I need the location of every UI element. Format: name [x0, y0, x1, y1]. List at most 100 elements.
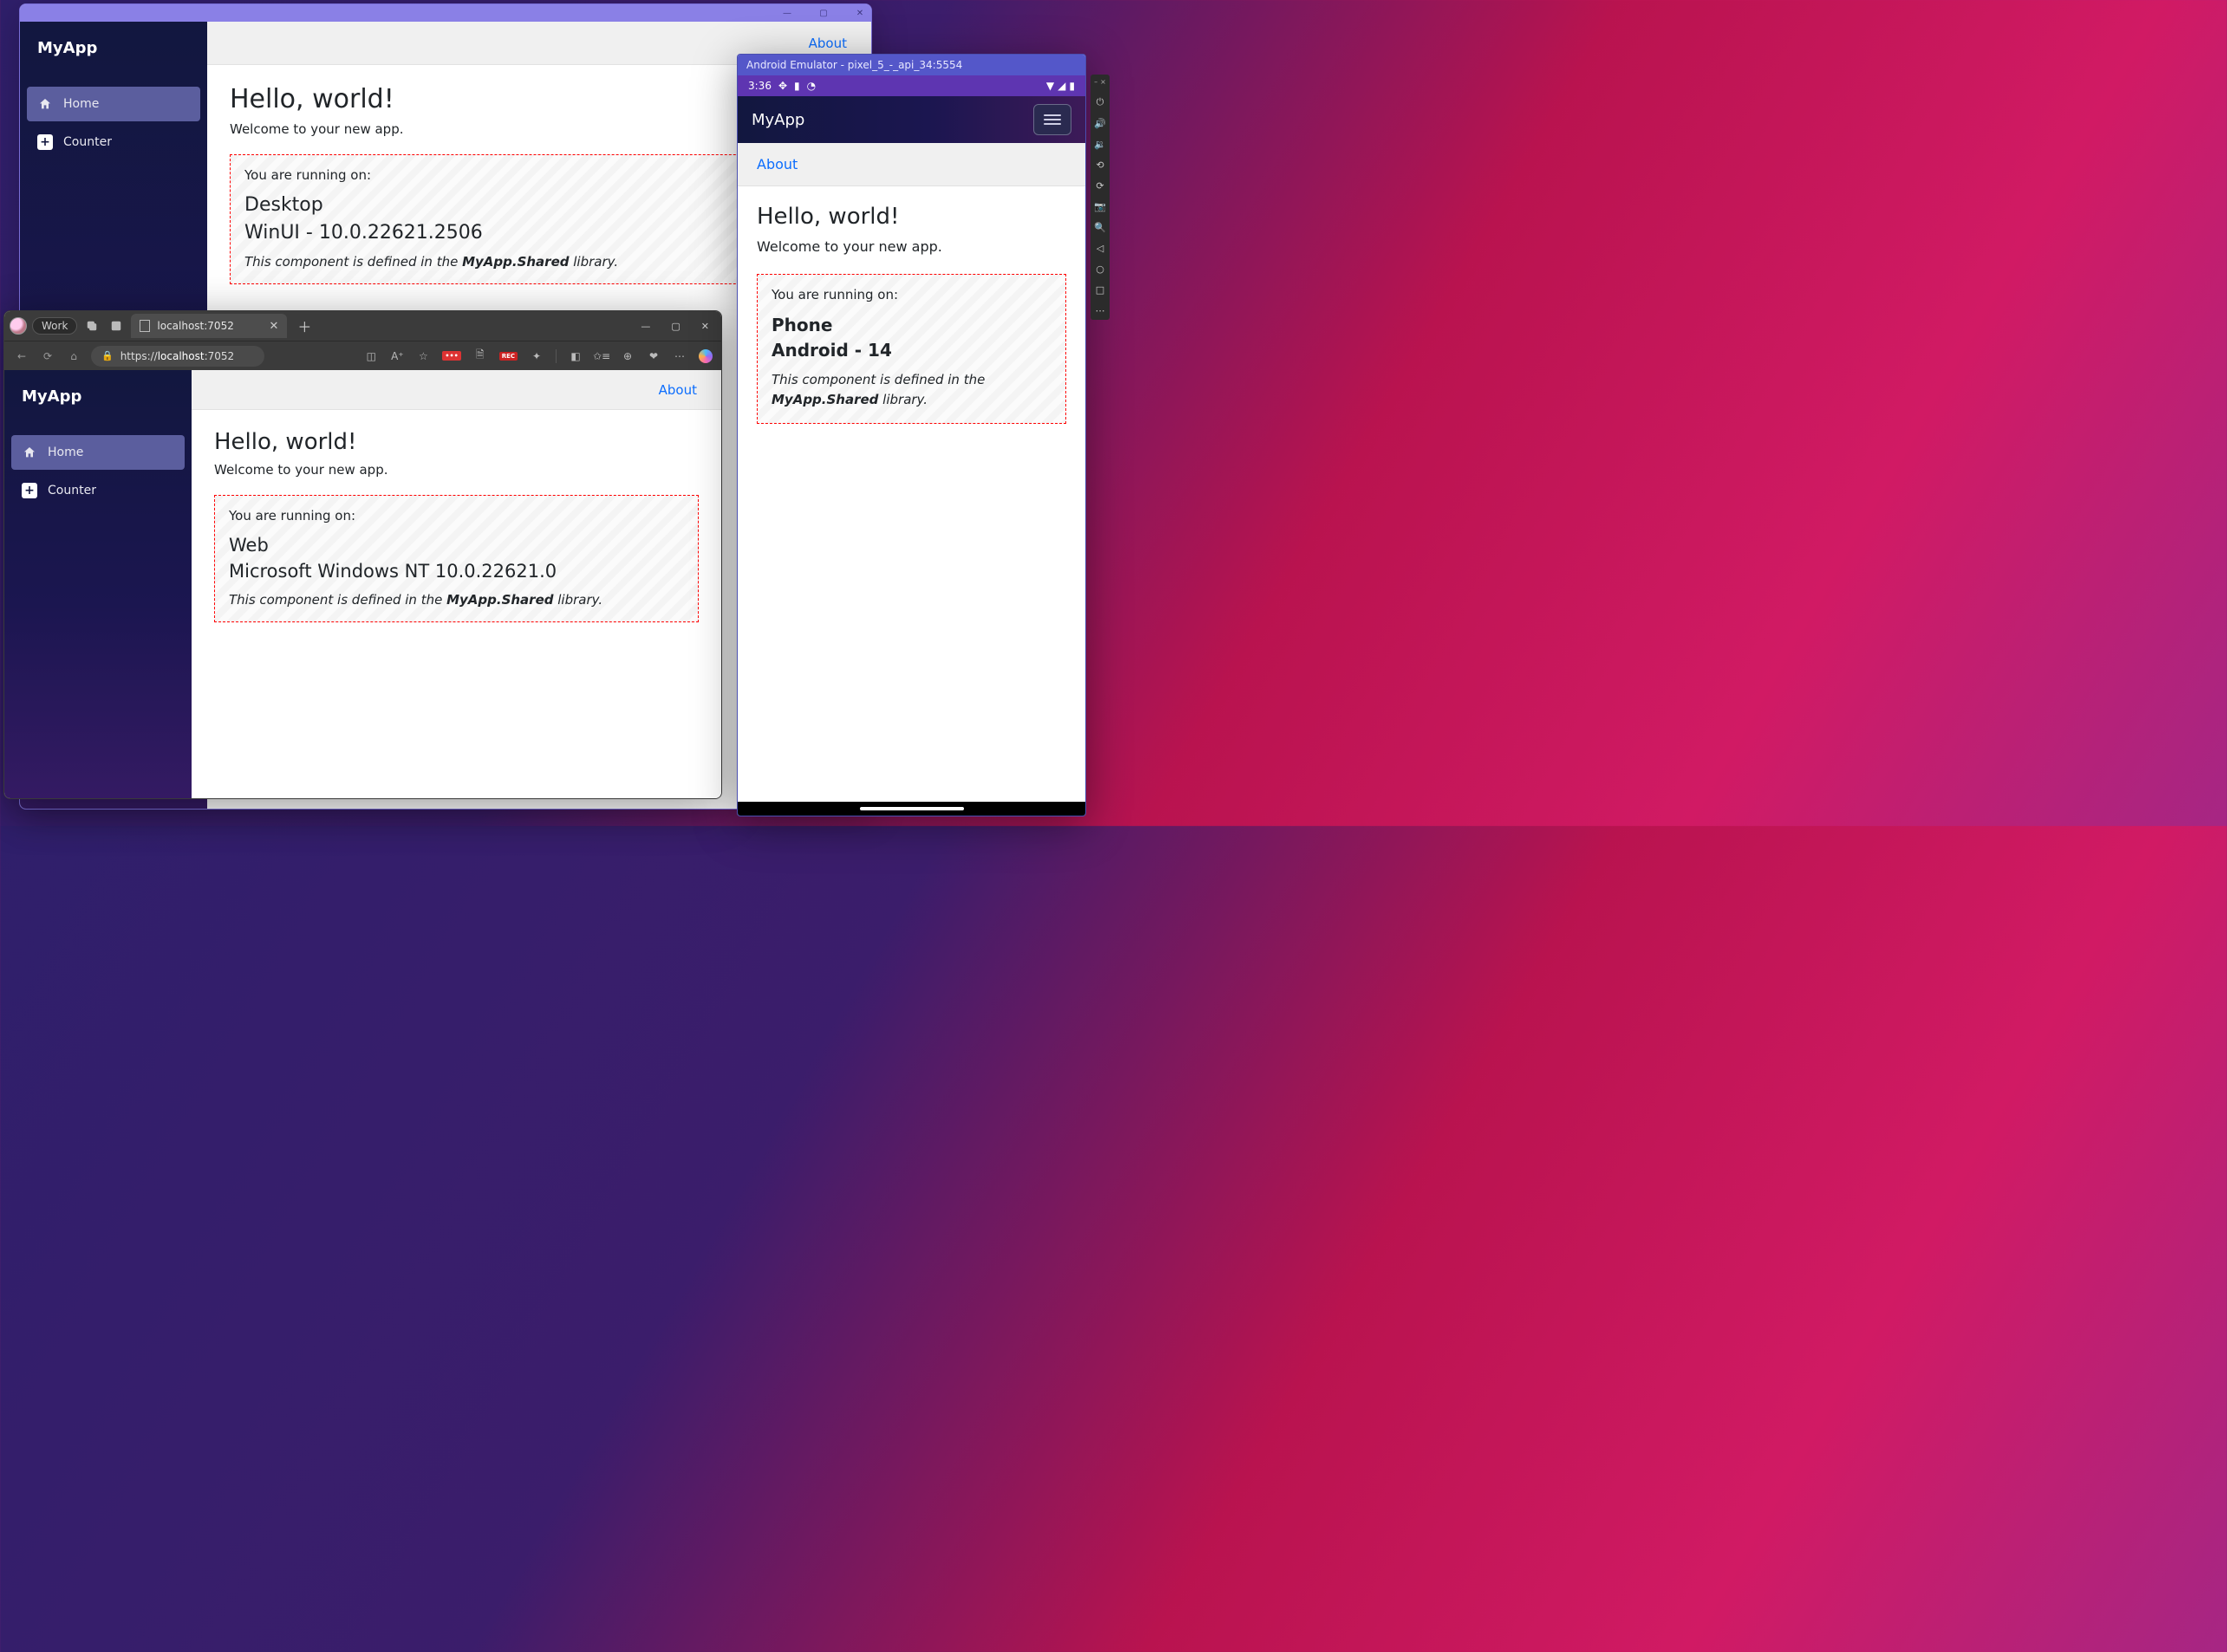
emu-home-icon[interactable]: ○ — [1094, 263, 1106, 275]
emu-close-icon[interactable]: × — [1100, 78, 1106, 86]
emu-minimize-icon[interactable]: – — [1094, 78, 1097, 86]
platform-info-box: You are running on: Phone Android - 14 T… — [757, 274, 1066, 424]
toolbar-separator — [556, 349, 557, 363]
edge-browser-window: Work localhost:7052 ✕ ＋ — ▢ ✕ ← ⟳ ⌂ — [3, 310, 722, 799]
platform-label: You are running on: — [229, 508, 684, 524]
web-topbar: About — [192, 370, 721, 410]
emulator-titlebar[interactable]: Android Emulator - pixel_5_-_api_34:5554 — [738, 55, 1085, 75]
page-heading: Hello, world! — [757, 204, 1066, 230]
emu-more-icon[interactable]: ⋯ — [1094, 304, 1106, 316]
android-gesture-bar[interactable] — [738, 802, 1085, 816]
status-dnd-icon: ✥ — [778, 80, 787, 92]
profile-avatar-icon[interactable] — [10, 317, 27, 335]
emu-rotate-left-icon[interactable]: ⟲ — [1094, 159, 1106, 171]
battery-icon: ▮ — [1069, 80, 1075, 92]
workspace-label: Work — [42, 320, 68, 332]
status-app-icon: ◔ — [807, 80, 816, 92]
nav-item-home[interactable]: Home — [11, 435, 185, 470]
hamburger-menu-button[interactable] — [1033, 104, 1071, 135]
plus-icon: + — [22, 483, 37, 498]
extension-rec-icon[interactable]: REC — [499, 352, 518, 361]
nav-refresh-icon[interactable]: ⟳ — [39, 350, 56, 362]
android-appbar: MyApp — [738, 96, 1085, 143]
nav-home-icon[interactable]: ⌂ — [65, 350, 82, 362]
tab-actions-icon[interactable] — [107, 316, 126, 335]
status-time: 3:36 — [748, 80, 772, 92]
window-minimize-button[interactable]: — — [641, 321, 650, 332]
emulator-title: Android Emulator - pixel_5_-_api_34:5554 — [746, 59, 962, 71]
platform-note: This component is defined in the MyApp.S… — [229, 592, 684, 608]
copilot-icon[interactable] — [699, 349, 713, 363]
emu-back-icon[interactable]: ◁ — [1094, 242, 1106, 254]
emu-zoom-icon[interactable]: 🔍 — [1094, 221, 1106, 233]
workspace-pill[interactable]: Work — [32, 317, 77, 335]
settings-menu-icon[interactable]: ⋯ — [673, 349, 687, 363]
home-icon — [22, 445, 37, 460]
tab-close-icon[interactable]: ✕ — [269, 320, 278, 333]
nav-item-counter[interactable]: + Counter — [27, 125, 200, 159]
read-aloud-icon[interactable]: A⁺ — [390, 349, 404, 363]
window-close-button[interactable]: ✕ — [701, 321, 709, 332]
window-maximize-button[interactable]: ▢ — [671, 321, 680, 332]
gesture-pill-icon — [860, 807, 964, 810]
platform-info-box: You are running on: Web Microsoft Window… — [214, 495, 699, 622]
emu-volume-up-icon[interactable]: 🔊 — [1094, 117, 1106, 129]
nav-label: Home — [63, 97, 99, 111]
nav-label: Counter — [63, 135, 112, 149]
platform-label: You are running on: — [772, 287, 1052, 302]
about-link[interactable]: About — [809, 36, 847, 51]
nav-label: Counter — [48, 484, 96, 498]
welcome-text: Welcome to your new app. — [214, 462, 699, 478]
status-debug-icon: ▮ — [794, 80, 800, 92]
extensions-icon[interactable]: ✦ — [530, 349, 544, 363]
hamburger-icon — [1044, 114, 1061, 116]
lock-icon: 🔒 — [101, 350, 114, 361]
extension-doc-icon[interactable]: 🗎 — [473, 349, 487, 363]
address-bar[interactable]: 🔒 https://localhost:7052 — [91, 346, 264, 367]
page-icon — [140, 320, 150, 332]
app-brand: MyApp — [4, 372, 192, 432]
window-close-button[interactable]: ✕ — [852, 9, 868, 18]
new-tab-button[interactable]: ＋ — [292, 315, 316, 336]
android-subheader: About — [738, 143, 1085, 186]
window-minimize-button[interactable]: — — [779, 9, 795, 18]
app-brand: MyApp — [752, 111, 804, 129]
signal-icon: ◢ — [1058, 80, 1065, 92]
about-link[interactable]: About — [659, 382, 697, 398]
page-heading: Hello, world! — [214, 429, 699, 455]
welcome-text: Welcome to your new app. — [757, 238, 1066, 255]
nav-back-icon[interactable]: ← — [13, 350, 30, 362]
android-emulator-window: Android Emulator - pixel_5_-_api_34:5554… — [737, 54, 1086, 816]
tab-title: localhost:7052 — [157, 320, 233, 332]
edge-tabstrip[interactable]: Work localhost:7052 ✕ ＋ — ▢ ✕ — [4, 311, 721, 341]
nav-item-home[interactable]: Home — [27, 87, 200, 121]
emu-volume-down-icon[interactable]: 🔉 — [1094, 138, 1106, 150]
wifi-icon: ▼ — [1046, 80, 1054, 92]
edge-toolbar: ← ⟳ ⌂ 🔒 https://localhost:7052 ◫ A⁺ ☆ ••… — [4, 341, 721, 370]
emu-power-icon[interactable]: ⏻ — [1094, 96, 1106, 108]
browser-tab[interactable]: localhost:7052 ✕ — [131, 314, 287, 338]
app-mode-icon[interactable]: ◫ — [364, 349, 378, 363]
nav-item-counter[interactable]: + Counter — [11, 473, 185, 508]
split-screen-icon[interactable]: ◧ — [569, 349, 583, 363]
emu-rotate-right-icon[interactable]: ⟳ — [1094, 179, 1106, 192]
emu-overview-icon[interactable]: □ — [1094, 283, 1106, 296]
platform-detail: Android - 14 — [772, 338, 1052, 363]
emu-screenshot-icon[interactable]: 📷 — [1094, 200, 1106, 212]
platform-detail: Microsoft Windows NT 10.0.22621.0 — [229, 558, 684, 584]
collections-icon[interactable]: ⊕ — [621, 349, 635, 363]
winui-titlebar[interactable]: — ▢ ✕ — [20, 4, 871, 22]
web-content: Hello, world! Welcome to your new app. Y… — [192, 410, 721, 641]
platform-note: This component is defined in the MyApp.S… — [772, 370, 1052, 409]
window-maximize-button[interactable]: ▢ — [816, 9, 831, 18]
android-status-bar: 3:36 ✥ ▮ ◔ ▼ ◢ ▮ — [738, 75, 1085, 96]
emulator-side-toolbar: –× ⏻ 🔊 🔉 ⟲ ⟳ 📷 🔍 ◁ ○ □ ⋯ — [1091, 75, 1110, 320]
platform-formfactor: Phone — [772, 313, 1052, 338]
favorite-icon[interactable]: ☆ — [416, 349, 430, 363]
workspaces-icon[interactable] — [82, 316, 101, 335]
browser-essentials-icon[interactable]: ❤ — [647, 349, 661, 363]
favorites-list-icon[interactable]: ✩≡ — [595, 349, 609, 363]
about-link[interactable]: About — [757, 156, 798, 172]
platform-formfactor: Web — [229, 532, 684, 558]
extension-badge-icon[interactable]: ••• — [442, 351, 460, 361]
